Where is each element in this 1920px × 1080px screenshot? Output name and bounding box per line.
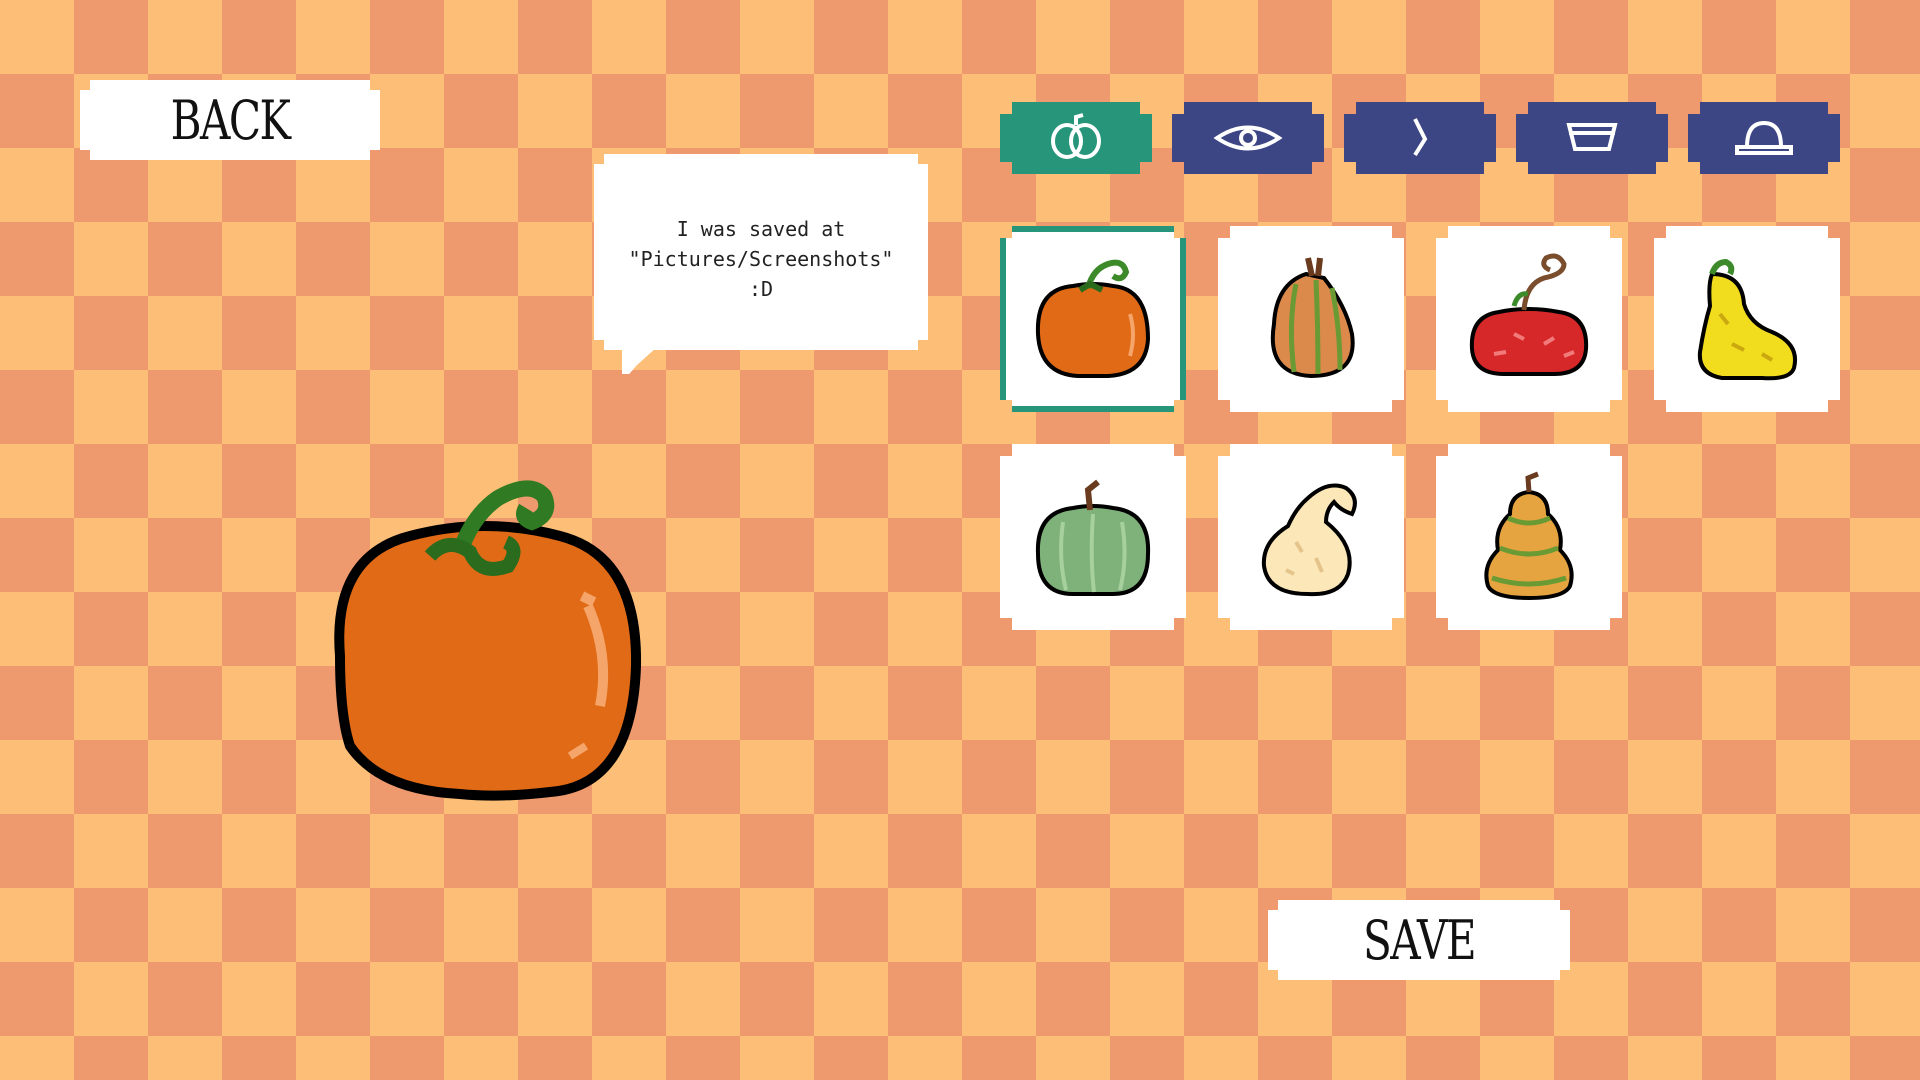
hat-icon — [1729, 113, 1799, 163]
tab-pumpkin[interactable] — [1000, 102, 1152, 174]
yellow-gourd-icon — [1672, 244, 1822, 394]
pumpkin-card-striped-gourd[interactable] — [1218, 226, 1404, 412]
save-button[interactable]: SAVE — [1268, 900, 1570, 980]
pumpkin-body-icon — [1041, 113, 1111, 163]
striped-gourd-icon — [1236, 244, 1386, 394]
orange-pumpkin-icon — [1018, 244, 1168, 394]
tab-eyes[interactable] — [1172, 102, 1324, 174]
eye-icon — [1213, 113, 1283, 163]
pumpkin-card-green[interactable] — [1000, 444, 1186, 630]
bubble-line-3: :D — [748, 277, 774, 301]
pumpkin-card-orange[interactable] — [1000, 226, 1186, 412]
red-pumpkin-icon — [1454, 244, 1604, 394]
mouth-icon — [1557, 113, 1627, 163]
bubble-line-2: "Pictures/Screenshots" — [628, 247, 894, 271]
tab-hat[interactable] — [1688, 102, 1840, 174]
save-button-label: SAVE — [1362, 908, 1476, 972]
swan-gourd-icon — [1236, 462, 1386, 612]
green-pumpkin-icon — [1018, 462, 1168, 612]
pumpkin-card-yellow-gourd[interactable] — [1654, 226, 1840, 412]
tab-nose[interactable] — [1344, 102, 1496, 174]
tab-mouth[interactable] — [1516, 102, 1668, 174]
speech-bubble-tail — [622, 346, 658, 374]
stacked-gourd-icon — [1454, 462, 1604, 612]
pumpkin-card-red[interactable] — [1436, 226, 1622, 412]
back-button[interactable]: BACK — [80, 80, 380, 160]
bubble-line-1: I was saved at — [676, 217, 846, 241]
nose-icon — [1385, 113, 1455, 163]
pumpkin-card-swan-gourd[interactable] — [1218, 444, 1404, 630]
speech-bubble: I was saved at "Pictures/Screenshots" :D — [594, 154, 928, 350]
pumpkin-card-stacked-gourd[interactable] — [1436, 444, 1622, 630]
back-button-label: BACK — [170, 88, 290, 152]
pumpkin-preview — [334, 480, 642, 801]
